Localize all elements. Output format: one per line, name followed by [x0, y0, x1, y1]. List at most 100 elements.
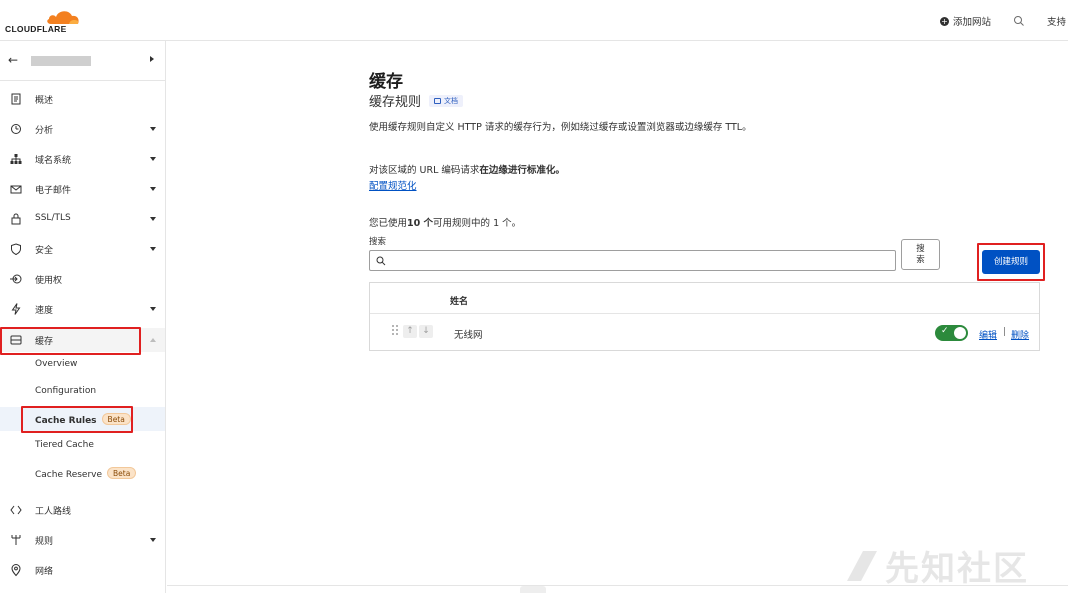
- back-arrow-icon[interactable]: ←: [8, 53, 18, 67]
- sidebar-item-workers-routes[interactable]: 工人路线: [0, 498, 165, 522]
- add-site-button[interactable]: + 添加网站: [939, 14, 991, 28]
- search-button[interactable]: 搜索: [901, 239, 940, 270]
- redacted-account-name: [31, 56, 91, 66]
- lock-icon: [11, 213, 21, 225]
- network-icon: [10, 154, 22, 164]
- column-header-name: 姓名: [450, 297, 469, 307]
- cloudflare-logo[interactable]: CLOUDFLARE: [5, 7, 80, 35]
- caret-up-icon: [150, 338, 156, 342]
- caret-down-icon: [150, 307, 156, 311]
- caret-down-icon: [150, 157, 156, 161]
- sidebar-item-label: 网络: [35, 567, 54, 577]
- lightning-icon: [11, 303, 21, 315]
- sidebar-item-label: 分析: [35, 126, 54, 136]
- document-icon: [11, 93, 21, 105]
- sidebar-item-dns[interactable]: 域名系统: [0, 147, 165, 171]
- sidebar-subitem-label: Cache Rules Beta: [35, 413, 131, 426]
- beta-badge: Beta: [101, 413, 131, 425]
- caret-down-icon: [150, 538, 156, 542]
- sidebar-subitem-label: Configuration: [35, 386, 97, 396]
- caret-down-icon: [150, 217, 156, 221]
- main-content: 缓存 缓存规则 文档 使用缓存规则自定义 HTTP 请求的缓存行为，例如绕过缓存…: [167, 41, 1068, 593]
- location-icon: [11, 564, 21, 577]
- sidebar-item-speed[interactable]: 速度: [0, 297, 165, 321]
- beta-badge: Beta: [107, 467, 137, 479]
- sidebar-item-email[interactable]: 电子邮件: [0, 177, 165, 201]
- add-site-label: 添加网站: [952, 17, 991, 28]
- sidebar-item-network[interactable]: 网络: [0, 558, 165, 582]
- sidebar-item-security[interactable]: 安全: [0, 237, 165, 261]
- sidebar-item-rules[interactable]: 规则: [0, 528, 165, 552]
- usage-bold: 10 个: [407, 218, 434, 229]
- caret-down-icon: [150, 247, 156, 251]
- normalization-bold: 在边缘进行标准化。: [479, 165, 565, 176]
- arrow-up-icon[interactable]: ↑: [403, 325, 417, 338]
- description-text: 使用缓存规则自定义 HTTP 请求的缓存行为，例如绕过缓存或设置浏览器或边缘缓存…: [369, 122, 752, 133]
- search-icon: [376, 256, 386, 266]
- create-rule-button[interactable]: 创建规则: [982, 250, 1040, 274]
- delete-rule-link[interactable]: 删除: [1011, 328, 1029, 341]
- access-icon: [10, 274, 22, 284]
- sidebar-subitem-label: Cache Reserve Beta: [35, 467, 137, 480]
- sidebar-item-label: 速度: [35, 306, 54, 316]
- book-icon: [434, 97, 442, 104]
- logo-text: CLOUDFLARE: [5, 24, 67, 34]
- rule-usage-text: 您已使用10 个可用规则中的 1 个。: [369, 215, 521, 229]
- sidebar-item-ssl-tls[interactable]: SSL/TLS: [0, 207, 165, 231]
- support-link[interactable]: 支持: [1047, 14, 1066, 28]
- sidebar-subitem-label: Tiered Cache: [35, 440, 94, 450]
- cache-reserve-text: Cache Reserve: [35, 470, 103, 480]
- sidebar-item-label: 缓存: [35, 337, 54, 347]
- edit-rule-link[interactable]: 编辑: [979, 328, 997, 341]
- sidebar-item-analytics[interactable]: 分析: [0, 117, 165, 141]
- arrow-down-icon[interactable]: ↓: [419, 325, 433, 338]
- account-selector[interactable]: ←: [0, 41, 165, 81]
- top-bar: CLOUDFLARE + 添加网站 支持: [0, 0, 1068, 41]
- sidebar-item-overview[interactable]: 概述: [0, 87, 165, 111]
- sidebar-item-label: 域名系统: [35, 156, 72, 166]
- sidebar-item-label: SSL/TLS: [35, 213, 71, 223]
- sidebar-item-caching[interactable]: 缓存: [0, 328, 165, 352]
- sidebar-subitem-cache-rules[interactable]: Cache Rules Beta: [0, 407, 165, 431]
- watermark-text: 先知社区: [885, 549, 1029, 589]
- sidebar-subitem-configuration[interactable]: Configuration: [0, 380, 165, 404]
- sidebar-item-label: 安全: [35, 246, 54, 256]
- caret-down-icon: [150, 127, 156, 131]
- watermark-logo-icon: [847, 550, 877, 581]
- rule-name: 无线网: [454, 330, 483, 341]
- sidebar-item-label: 使用权: [35, 276, 63, 286]
- table-header: 姓名: [370, 283, 1039, 314]
- page-title: 缓存: [369, 72, 403, 92]
- storage-icon: [10, 335, 22, 345]
- search-input[interactable]: [369, 250, 896, 271]
- top-right-actions: + 添加网站 支持: [939, 14, 1068, 28]
- reorder-controls: ↑ ↓: [403, 325, 435, 338]
- sidebar-item-label: 规则: [35, 537, 54, 547]
- search-label: 搜索: [369, 237, 387, 247]
- rule-enabled-toggle[interactable]: ✓: [935, 325, 968, 341]
- search-icon[interactable]: [1013, 15, 1025, 27]
- sidebar-subitem-tiered-cache[interactable]: Tiered Cache: [0, 434, 165, 458]
- email-icon: [10, 185, 22, 194]
- usage-prefix: 您已使用: [369, 218, 408, 229]
- bottom-scroll-tab[interactable]: [520, 586, 546, 593]
- sidebar: ← 概述 分析 域名系统 电子邮件 SSL/TLS 安全 使用权 速度 缓存 O…: [0, 41, 166, 593]
- watermark: 先知社区: [843, 541, 1029, 590]
- cache-rules-text: Cache Rules: [35, 416, 97, 426]
- sidebar-subitem-label: Overview: [35, 359, 78, 369]
- usage-suffix: 可用规则中的 1 个。: [433, 218, 522, 229]
- docs-label: 文档: [444, 96, 459, 105]
- subtitle-text: 缓存规则: [369, 95, 422, 110]
- sidebar-item-access[interactable]: 使用权: [0, 267, 165, 291]
- check-icon: ✓: [941, 326, 949, 336]
- toggle-knob: [954, 327, 966, 339]
- sidebar-subitem-overview[interactable]: Overview: [0, 353, 165, 377]
- docs-link[interactable]: 文档: [429, 94, 464, 107]
- configure-normalization-link[interactable]: 配置规范化: [369, 178, 417, 192]
- cloud-logo-icon: [47, 11, 79, 24]
- drag-handle-icon[interactable]: [391, 324, 399, 336]
- sidebar-subitem-cache-reserve[interactable]: Cache Reserve Beta: [0, 461, 165, 485]
- table-row: ↑ ↓ 无线网 ✓ 编辑 | 删除: [370, 314, 1039, 351]
- plus-circle-icon: +: [939, 16, 949, 26]
- normalization-text: 对该区域的 URL 编码请求在边缘进行标准化。: [369, 162, 565, 176]
